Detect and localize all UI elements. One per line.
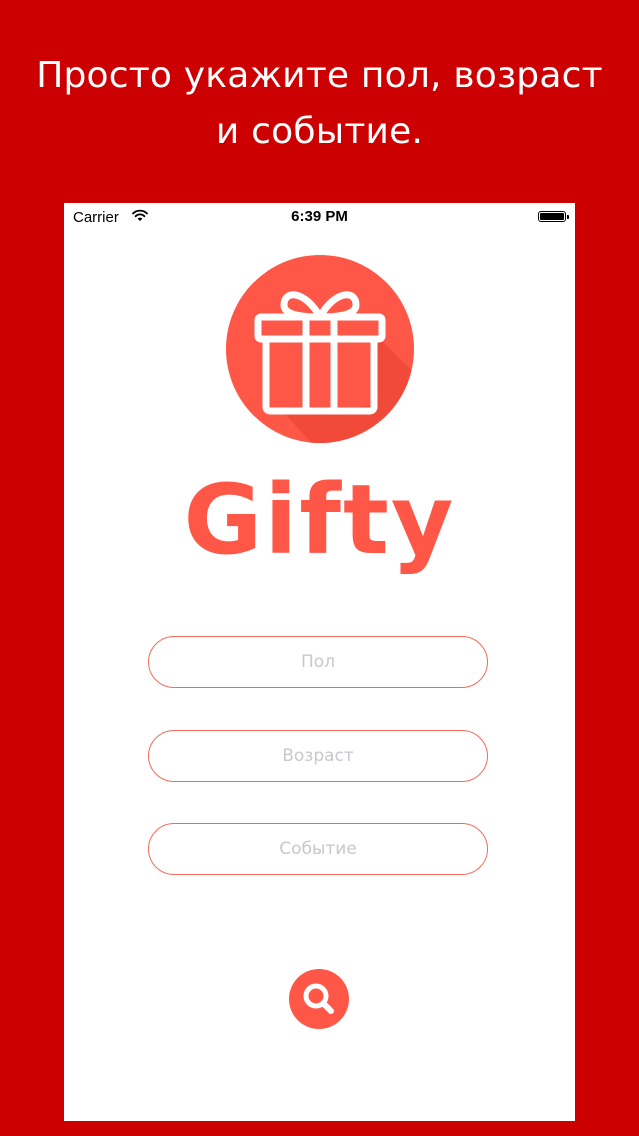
gift-box-icon xyxy=(226,255,414,443)
status-bar: Carrier 6:39 PM xyxy=(64,203,575,231)
event-input[interactable] xyxy=(148,823,488,875)
search-button[interactable] xyxy=(289,969,349,1029)
phone-screen: Carrier 6:39 PM Gifty Пол Возраст Событи… xyxy=(64,203,575,1121)
gender-input[interactable] xyxy=(148,636,488,688)
promo-headline-line-1: Просто укажите пол, возраст xyxy=(36,55,603,96)
search-icon xyxy=(303,983,334,1014)
app-brand-name: Gifty xyxy=(183,464,456,576)
status-time: 6:39 PM xyxy=(291,208,348,225)
promo-headline: Просто укажите пол, возраст и событие. xyxy=(0,48,639,160)
promo-headline-line-2: и событие. xyxy=(215,111,424,152)
age-input[interactable] xyxy=(148,730,488,782)
battery-icon xyxy=(538,211,569,222)
